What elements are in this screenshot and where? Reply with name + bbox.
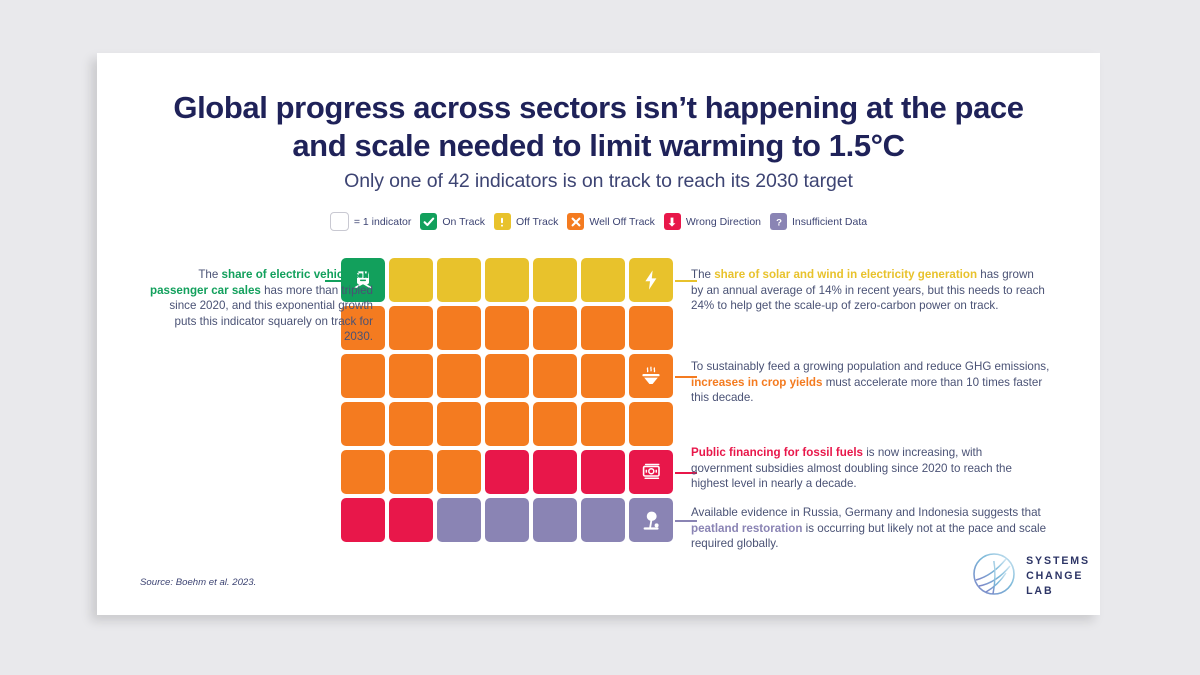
question-icon: ? — [770, 213, 788, 230]
annotation-fossil-highlight: Public financing for fossil fuels — [691, 446, 863, 459]
indicator-cell-insufficient-data — [437, 498, 481, 542]
crop-bowl-icon — [642, 366, 660, 384]
indicator-cell-well-off-track — [533, 402, 577, 446]
indicator-cell-off-track — [389, 258, 433, 302]
indicator-cell-off-track — [629, 258, 673, 302]
indicator-cell-well-off-track — [533, 306, 577, 350]
annotation-crop-lead: To sustainably feed a growing population… — [691, 360, 1050, 373]
indicator-cell-wrong-direction — [581, 450, 625, 494]
indicator-cell-well-off-track — [629, 354, 673, 398]
legend-item-insufficient-data: ? Insufficient Data — [770, 213, 867, 230]
legend-item-one-indicator: = 1 indicator — [329, 212, 412, 231]
indicator-cell-well-off-track — [629, 306, 673, 350]
indicator-waffle-grid — [341, 258, 673, 542]
empty-square — [329, 212, 349, 231]
indicator-cell-well-off-track — [581, 306, 625, 350]
indicator-cell-off-track — [485, 258, 529, 302]
indicator-cell-well-off-track — [341, 402, 385, 446]
indicator-cell-off-track — [581, 258, 625, 302]
indicator-cell-well-off-track — [389, 354, 433, 398]
legend-label-off-track: Off Track — [515, 215, 559, 228]
legend-label-wrong-direction: Wrong Direction — [685, 215, 762, 228]
legend: = 1 indicator On Track Off Track Well Off T… — [97, 212, 1100, 231]
indicator-cell-well-off-track — [437, 450, 481, 494]
logo-line-2: CHANGE — [1026, 569, 1084, 582]
indicator-cell-well-off-track — [581, 402, 625, 446]
indicator-cell-wrong-direction — [533, 450, 577, 494]
indicator-cell-well-off-track — [389, 450, 433, 494]
legend-label-well-off-track: Well Off Track — [589, 215, 655, 228]
indicator-cell-well-off-track — [341, 354, 385, 398]
annotation-crop-highlight: increases in crop yields — [691, 375, 823, 389]
systems-change-lab-logo: SYSTEMS CHANGE LAB — [973, 553, 1090, 600]
annotation-fossil: Public financing for fossil fuels is now… — [691, 445, 1043, 492]
indicator-cell-well-off-track — [437, 354, 481, 398]
annotation-ev: The share of electric vehicles in passen… — [149, 267, 373, 345]
cross-icon — [567, 213, 585, 230]
annotation-solar-highlight: share of solar and wind in electricity g… — [714, 268, 978, 281]
annotation-solar: The share of solar and wind in electrici… — [691, 267, 1049, 314]
annotation-crop: To sustainably feed a growing population… — [691, 359, 1053, 406]
indicator-cell-well-off-track — [629, 402, 673, 446]
annotation-peat: Available evidence in Russia, Germany an… — [691, 505, 1047, 552]
source-note: Source: Boehm et al. 2023. — [140, 577, 257, 588]
indicator-cell-insufficient-data — [581, 498, 625, 542]
indicator-cell-wrong-direction — [485, 450, 529, 494]
title-line-1: Global progress across sectors isn’t hap… — [173, 90, 1024, 125]
annotation-peat-highlight: peatland restoration — [691, 521, 803, 535]
logo-wordmark: SYSTEMS CHANGE LAB — [1026, 554, 1090, 599]
indicator-cell-well-off-track — [437, 402, 481, 446]
legend-label-insufficient-data: Insufficient Data — [792, 215, 868, 228]
peatland-icon — [643, 511, 659, 530]
svg-text:?: ? — [776, 217, 782, 228]
annotation-ev-lead: The — [198, 268, 222, 281]
indicator-cell-well-off-track — [581, 354, 625, 398]
indicator-cell-off-track — [437, 258, 481, 302]
globe-logo-icon — [973, 553, 1015, 600]
indicator-cell-well-off-track — [533, 354, 577, 398]
exclamation-icon — [493, 213, 511, 230]
indicator-cell-insufficient-data — [533, 498, 577, 542]
page-subtitle: Only one of 42 indicators is on track to… — [344, 170, 853, 192]
legend-label-on-track: On Track — [442, 215, 485, 228]
indicator-cell-off-track — [533, 258, 577, 302]
indicator-cell-well-off-track — [485, 306, 529, 350]
indicator-cell-well-off-track — [341, 450, 385, 494]
legend-item-off-track: Off Track — [493, 213, 559, 230]
indicator-cell-wrong-direction — [341, 498, 385, 542]
indicator-cell-insufficient-data — [629, 498, 673, 542]
logo-line-3: LAB — [1026, 585, 1054, 598]
annotation-peat-lead: Available evidence in Russia, Germany an… — [691, 506, 1041, 519]
indicator-cell-wrong-direction — [389, 498, 433, 542]
legend-item-wrong-direction: Wrong Direction — [663, 213, 762, 230]
indicator-cell-wrong-direction — [629, 450, 673, 494]
indicator-cell-well-off-track — [485, 402, 529, 446]
legend-item-on-track: On Track — [420, 213, 485, 230]
indicator-cell-well-off-track — [485, 354, 529, 398]
title-line-2: and scale needed to limit warming to 1.5… — [292, 128, 905, 164]
check-icon — [420, 213, 438, 230]
down-arrow-icon — [663, 213, 681, 230]
indicator-cell-well-off-track — [389, 306, 433, 350]
annotation-solar-lead: The — [691, 268, 715, 281]
legend-item-well-off-track: Well Off Track — [567, 213, 655, 230]
banknote-icon — [642, 463, 660, 479]
page-title: Global progress across sectors isn’t hap… — [97, 89, 1100, 166]
indicator-cell-well-off-track — [389, 402, 433, 446]
indicator-cell-insufficient-data — [485, 498, 529, 542]
infographic-canvas: Global progress across sectors isn’t hap… — [0, 0, 1200, 675]
logo-line-1: SYSTEMS — [1026, 554, 1090, 567]
indicator-cell-well-off-track — [437, 306, 481, 350]
legend-label-one-indicator: = 1 indicator — [353, 215, 412, 228]
lightning-bolt-icon — [645, 270, 657, 290]
infographic-card: Global progress across sectors isn’t hap… — [97, 53, 1100, 615]
